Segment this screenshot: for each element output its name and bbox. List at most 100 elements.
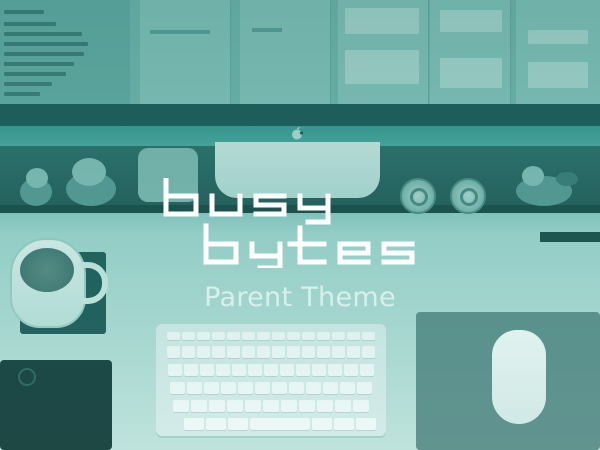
keyboard-key — [242, 346, 255, 358]
logo-line-2: bytes — [160, 178, 163, 179]
keyboard-key — [173, 400, 189, 412]
keyboard-key — [312, 418, 332, 430]
keyboard-key — [228, 418, 248, 430]
keyboard-key — [212, 346, 225, 358]
keyboard-key — [168, 364, 182, 376]
sidebar-line — [4, 92, 40, 96]
screen-column — [516, 0, 600, 104]
keyboard-key — [317, 400, 333, 412]
keyboard-key — [209, 400, 225, 412]
keyboard-key — [227, 400, 243, 412]
keyboard-key — [221, 382, 236, 394]
keyboard-key — [287, 332, 300, 340]
keyboard-key — [197, 332, 210, 340]
keyboard-key — [332, 346, 345, 358]
screen-strip — [252, 28, 282, 32]
keyboard-key — [289, 382, 304, 394]
monitor-screen — [0, 0, 600, 112]
screen-card — [528, 30, 588, 44]
keyboard-key — [255, 382, 270, 394]
keyboard-key — [182, 332, 195, 340]
keyboard-key — [204, 382, 219, 394]
keyboard-key — [248, 364, 262, 376]
theme-subtitle: Parent Theme — [204, 282, 396, 313]
keyboard-key — [347, 332, 360, 340]
sidebar-line — [4, 32, 82, 36]
sidebar-line — [4, 82, 52, 86]
keyboard-key — [227, 346, 240, 358]
keyboard-key — [302, 346, 315, 358]
keyboard-key — [272, 346, 285, 358]
keyboard-key — [232, 364, 246, 376]
keyboard-key — [317, 332, 330, 340]
figurine-right-arm — [556, 172, 578, 186]
keyboard-key — [280, 364, 294, 376]
mouse — [492, 330, 546, 424]
screen-card — [440, 10, 502, 32]
keyboard-key — [362, 332, 375, 340]
keyboard-key — [306, 382, 321, 394]
keyboard-key — [167, 346, 180, 358]
keyboard-key — [281, 400, 297, 412]
keyboard-key — [332, 332, 345, 340]
sidebar-line — [4, 72, 66, 76]
keyboard-key — [167, 332, 180, 340]
keyboard-key — [184, 418, 204, 430]
keyboard-key — [227, 332, 240, 340]
keyboard-key — [216, 364, 230, 376]
keyboard-key — [353, 400, 369, 412]
keyboard-key — [287, 346, 300, 358]
keyboard-key — [302, 332, 315, 340]
logo-line-1: busy — [160, 178, 163, 179]
sidebar-line — [4, 52, 84, 56]
keyboard-key — [296, 364, 310, 376]
theme-banner: busy bytes Parent Theme — [0, 0, 600, 450]
sidebar-line — [4, 62, 74, 66]
keyboard-key — [242, 332, 255, 340]
keyboard-key — [245, 400, 261, 412]
keyboard-key — [356, 418, 376, 430]
keyboard-key — [263, 400, 279, 412]
keyboard-key — [197, 346, 210, 358]
keyboard-key — [357, 382, 372, 394]
keyboard-key — [334, 418, 354, 430]
keyboard-key — [272, 382, 287, 394]
screen-card — [345, 8, 419, 34]
figurine-left-head — [26, 168, 48, 188]
keyboard-key — [200, 364, 214, 376]
keyboard-key — [328, 364, 342, 376]
keyboard-key — [335, 400, 351, 412]
busy-bytes-logo: busy bytes — [160, 178, 415, 268]
screen-column — [140, 0, 231, 104]
keyboard-key — [344, 364, 358, 376]
keyboard-key — [182, 346, 195, 358]
keyboard — [156, 324, 386, 436]
keyboard-key — [257, 332, 270, 340]
screen-card — [345, 50, 419, 84]
keyboard-key — [272, 332, 285, 340]
sidebar-line — [4, 10, 44, 14]
keyboard-key — [362, 346, 375, 358]
screen-strip — [150, 30, 210, 34]
keyboard-key — [191, 400, 207, 412]
keyboard-key — [312, 364, 326, 376]
tablet-button-icon — [18, 368, 36, 386]
keyboard-key — [206, 418, 226, 430]
screen-sidebar — [0, 0, 130, 112]
keyboard-key — [323, 382, 338, 394]
keyboard-key — [360, 364, 374, 376]
keyboard-key — [250, 418, 310, 430]
gear-coin-icon — [450, 178, 486, 214]
keyboard-key — [299, 400, 315, 412]
keyboard-key — [238, 382, 253, 394]
keyboard-key — [264, 364, 278, 376]
screen-column — [240, 0, 331, 104]
keyboard-key — [187, 382, 202, 394]
keyboard-key — [170, 382, 185, 394]
keyboard-key — [184, 364, 198, 376]
apple-logo-icon — [292, 127, 304, 140]
keyboard-key — [347, 346, 360, 358]
keyboard-key — [212, 332, 225, 340]
graphics-tablet — [0, 360, 112, 450]
keyboard-key — [257, 346, 270, 358]
